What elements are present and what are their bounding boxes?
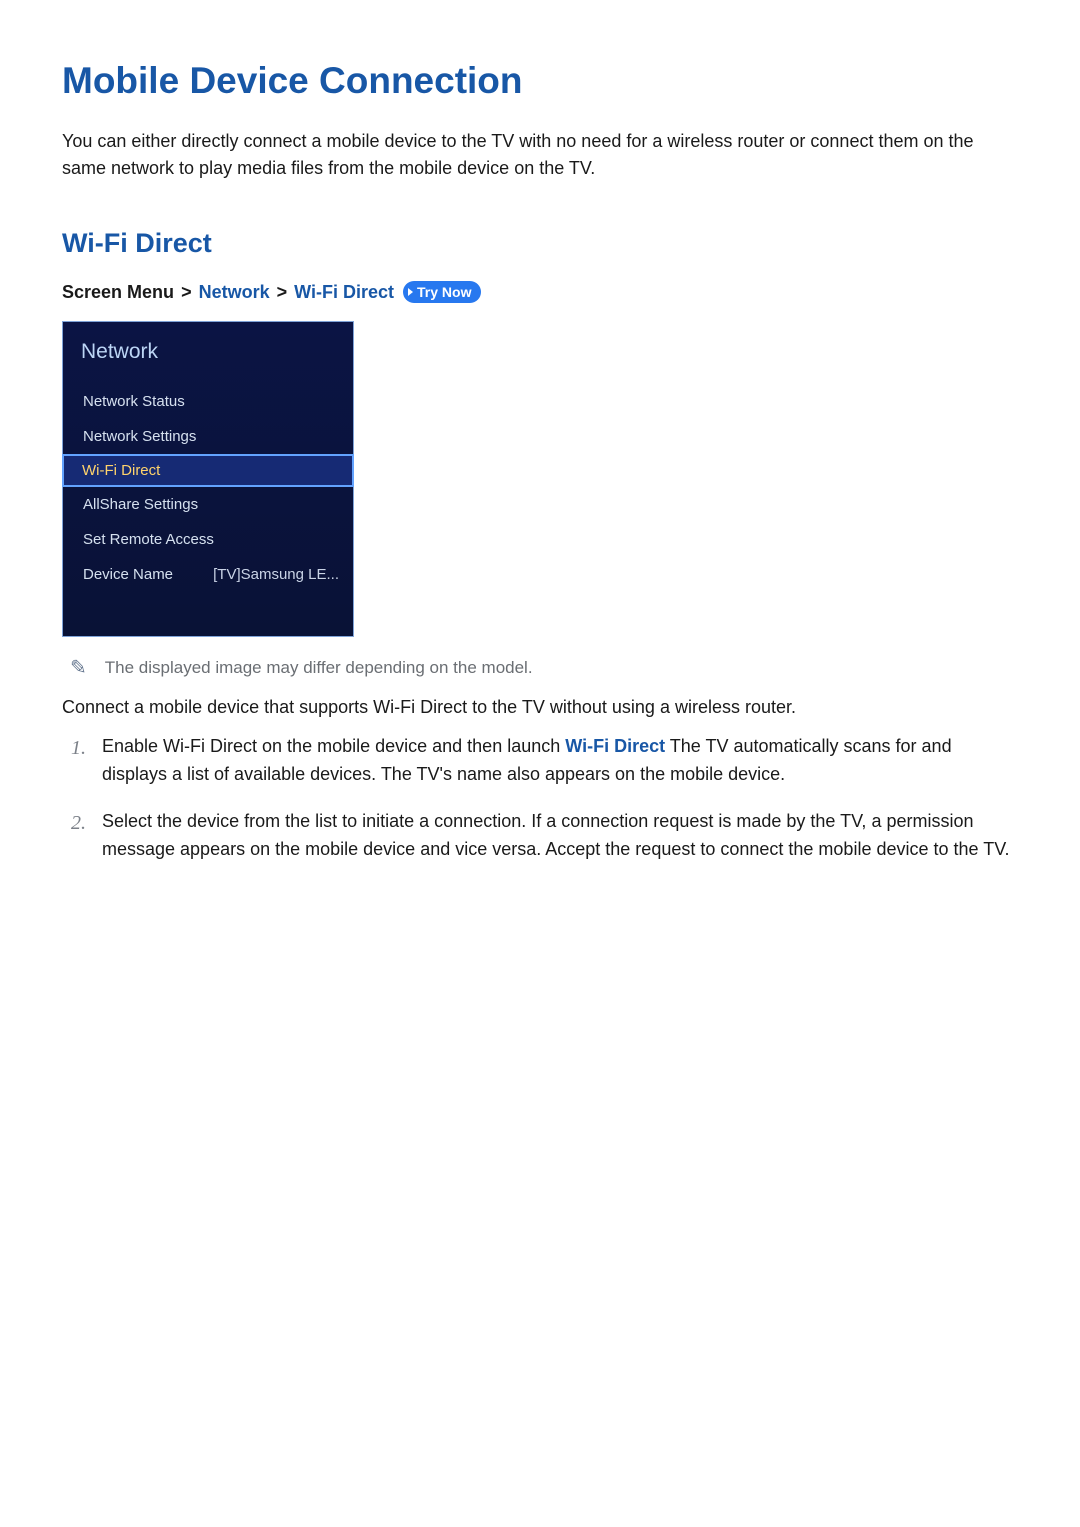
step-item: 1. Enable Wi-Fi Direct on the mobile dev… <box>62 732 1018 789</box>
note: ✎ The displayed image may differ dependi… <box>70 655 1018 680</box>
menu-item-label: Network Settings <box>83 428 196 445</box>
try-now-badge[interactable]: Try Now <box>403 281 481 303</box>
menu-item-device-name[interactable]: Device Name [TV]Samsung LE... <box>63 557 353 592</box>
menu-item-label: Device Name <box>83 566 173 583</box>
menu-item-network-settings[interactable]: Network Settings <box>63 419 353 454</box>
note-text: The displayed image may differ depending… <box>105 658 533 678</box>
step-text: Enable Wi-Fi Direct on the mobile device… <box>102 732 1018 789</box>
menu-item-allshare-settings[interactable]: AllShare Settings <box>63 487 353 522</box>
step-number: 2. <box>62 807 86 864</box>
step-number: 1. <box>62 732 86 789</box>
page-content: Mobile Device Connection You can either … <box>0 0 1080 922</box>
menu-item-label: Set Remote Access <box>83 531 214 548</box>
step-list: 1. Enable Wi-Fi Direct on the mobile dev… <box>62 732 1018 864</box>
step-text: Select the device from the list to initi… <box>102 807 1018 864</box>
breadcrumb-root: Screen Menu <box>62 282 174 302</box>
menu-item-wifi-direct[interactable]: Wi-Fi Direct <box>62 454 354 487</box>
inline-link-wifi-direct[interactable]: Wi-Fi Direct <box>565 736 665 756</box>
step-item: 2. Select the device from the list to in… <box>62 807 1018 864</box>
page-title: Mobile Device Connection <box>62 60 1018 102</box>
menu-spacer <box>63 592 353 636</box>
breadcrumb-sep: > <box>181 282 192 302</box>
menu-header: Network <box>63 322 353 384</box>
pencil-icon: ✎ <box>70 655 87 680</box>
menu-item-label: Network Status <box>83 393 185 410</box>
lead-paragraph: Connect a mobile device that supports Wi… <box>62 694 1018 722</box>
menu-item-network-status[interactable]: Network Status <box>63 384 353 419</box>
breadcrumb: Screen Menu > Network > Wi-Fi Direct Try… <box>62 281 1018 303</box>
breadcrumb-level2[interactable]: Wi-Fi Direct <box>294 282 394 302</box>
intro-paragraph: You can either directly connect a mobile… <box>62 128 1018 182</box>
section-title: Wi-Fi Direct <box>62 228 1018 259</box>
breadcrumb-sep: > <box>277 282 288 302</box>
breadcrumb-level1[interactable]: Network <box>199 282 270 302</box>
menu-item-label: Wi-Fi Direct <box>82 462 160 479</box>
tv-menu-screenshot: Network Network Status Network Settings … <box>62 321 354 637</box>
menu-item-label: AllShare Settings <box>83 496 198 513</box>
menu-item-value: [TV]Samsung LE... <box>213 566 339 583</box>
menu-item-set-remote-access[interactable]: Set Remote Access <box>63 522 353 557</box>
